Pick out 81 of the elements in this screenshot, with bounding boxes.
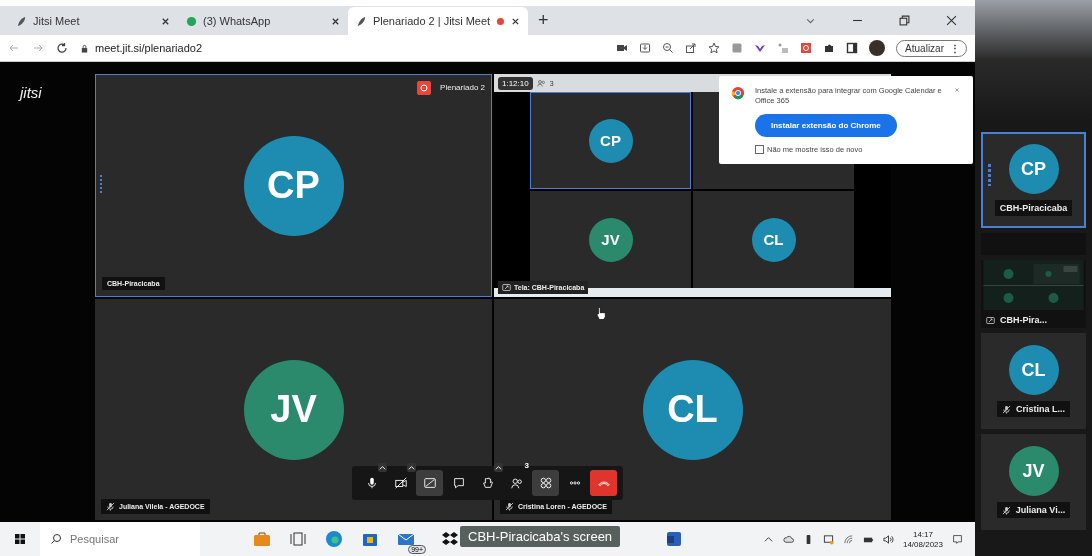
close-icon[interactable] [161, 16, 170, 26]
close-icon[interactable] [331, 16, 340, 26]
restore-icon[interactable] [899, 15, 910, 27]
tab-title: Jitsi Meet [33, 15, 81, 28]
windows-start-icon[interactable] [14, 533, 26, 545]
new-tab-button[interactable]: + [538, 10, 549, 32]
tab-title: Plenariado 2 | Jitsi Meet [372, 15, 491, 28]
avatar-circle: CL [1008, 345, 1059, 395]
profile-avatar-icon[interactable] [869, 40, 886, 57]
filmstrip-tile[interactable]: CP CBH-Piracicaba [981, 132, 1086, 228]
avatar-circle: CP [588, 118, 633, 163]
chat-bubble-icon [186, 15, 197, 27]
participant-count: 3 [524, 461, 529, 470]
side-panel-icon[interactable] [846, 42, 859, 55]
avatar-circle: JV [243, 359, 344, 460]
update-button[interactable]: Atualizar ⋮ [896, 39, 967, 57]
screenshare-button[interactable] [416, 470, 443, 496]
caret-icon[interactable] [378, 463, 387, 472]
participants-icon [536, 78, 546, 88]
screen-share-icon [422, 476, 437, 490]
name-tag: Cristina L... [997, 401, 1070, 417]
filmstrip-tile[interactable]: CBH-Pira... [981, 260, 1086, 328]
caret-icon[interactable] [494, 463, 503, 472]
meeting-timer: 1:12:10 [498, 76, 533, 90]
search-field[interactable]: Pesquisar [40, 522, 200, 556]
word-icon[interactable] [664, 529, 684, 549]
close-icon[interactable] [946, 15, 957, 27]
edge-browser-icon[interactable] [324, 529, 344, 549]
notifications-icon[interactable] [952, 533, 963, 545]
browser-tab[interactable]: Plenariado 2 | Jitsi Meet [348, 7, 528, 36]
drag-handle-icon [988, 164, 991, 186]
name-tag: Juliana Vi... [996, 502, 1071, 518]
screen-share-icon [986, 315, 995, 325]
zoom-out-icon[interactable] [662, 42, 675, 55]
raised-hand-icon [480, 476, 495, 490]
reload-icon[interactable] [56, 42, 68, 55]
lock-icon [80, 43, 89, 53]
tab-title: (3) WhatsApp [203, 15, 272, 28]
camera-off-icon [393, 476, 408, 490]
avatar-circle: CP [243, 135, 344, 236]
participants-icon [509, 476, 524, 490]
close-icon[interactable] [511, 16, 520, 26]
browser-tab[interactable]: Jitsi Meet [8, 7, 178, 36]
clock-time: 14:17 [912, 529, 933, 539]
hand-cursor-icon [595, 306, 607, 321]
wifi-icon[interactable] [842, 533, 854, 545]
avatar-circle: CL [642, 359, 743, 460]
speaker-icon[interactable] [882, 533, 894, 545]
browser-tab[interactable]: (3) WhatsApp [178, 7, 348, 36]
monitor-icon[interactable] [822, 533, 834, 545]
room-name: Plenariado 2 [440, 83, 485, 92]
share-icon[interactable] [685, 42, 698, 55]
tile-view-icon [538, 476, 553, 490]
avatar-circle: CP [1008, 144, 1059, 194]
feather-icon [16, 15, 27, 27]
chrome-logo-icon [731, 86, 745, 100]
screen-share-icon [502, 283, 511, 292]
puzzle-icon[interactable] [823, 42, 836, 55]
extension-icon[interactable] [800, 42, 813, 55]
star-icon[interactable] [708, 42, 721, 55]
hangup-button[interactable] [590, 470, 617, 496]
avatar-circle: JV [1008, 446, 1059, 496]
cloud-icon[interactable] [782, 533, 794, 545]
jitsi-logo: jitsi [20, 84, 42, 101]
name-tag: CBH-Piracicaba [994, 200, 1073, 216]
search-icon [50, 533, 62, 545]
tooltip: CBH-Piracicaba's screen [460, 526, 621, 547]
address-field[interactable]: meet.jit.si/plenariado2 [80, 42, 605, 55]
filmstrip-tile[interactable]: CL Cristina L... [981, 333, 1086, 429]
avatar-circle: CL [751, 217, 796, 262]
clock-date: 14/08/2023 [902, 539, 943, 549]
avatar-circle: JV [588, 217, 633, 262]
install-icon[interactable] [639, 42, 652, 55]
drag-handle-icon [100, 175, 102, 193]
tileview-button[interactable] [532, 470, 559, 496]
caret-icon[interactable] [407, 463, 416, 472]
feather-icon [356, 15, 367, 27]
task-view-icon[interactable] [288, 529, 308, 549]
filmstrip-tile[interactable]: JV Juliana Vi... [981, 434, 1086, 530]
install-button[interactable]: Instalar extensão do Chrome [755, 114, 897, 138]
chat-icon [451, 476, 466, 490]
